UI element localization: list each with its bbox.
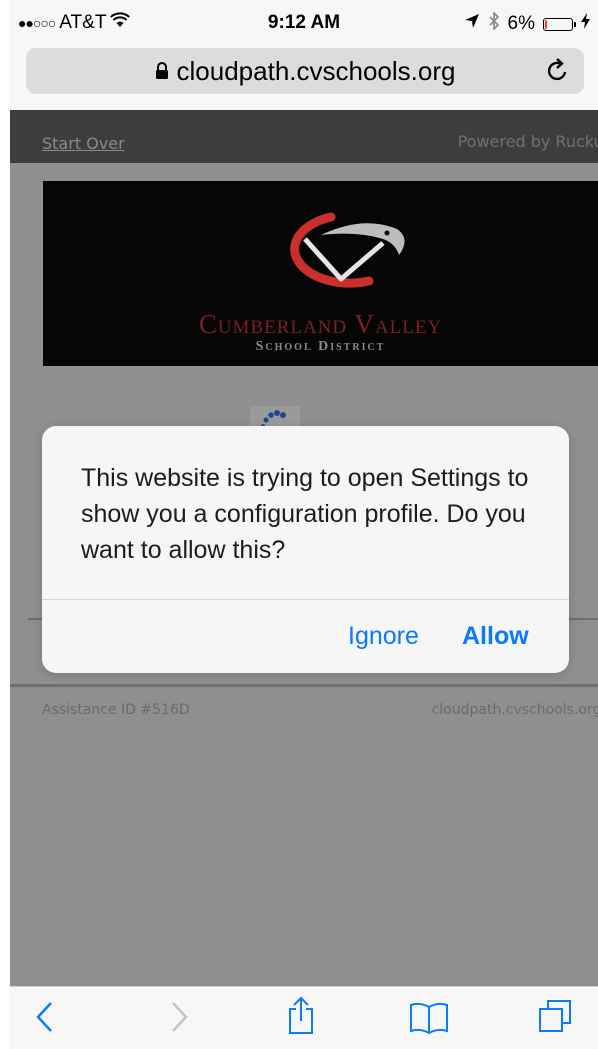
share-icon[interactable] xyxy=(286,995,316,1040)
banner-subtitle: School District xyxy=(43,339,598,355)
charging-bolt-icon xyxy=(581,13,590,35)
eagle-logo-icon xyxy=(271,209,431,294)
bluetooth-icon xyxy=(488,11,500,36)
alert-divider xyxy=(42,599,569,600)
status-right: 6% xyxy=(464,11,590,36)
status-bar: ●●○○○ AT&T 9:12 AM 6% xyxy=(10,0,598,46)
banner-title: Cumberland Valley xyxy=(43,309,598,340)
banner-subtitle-text: School District xyxy=(255,339,386,354)
assistance-id: Assistance ID #516D xyxy=(42,702,190,718)
phone-screen: ●●○○○ AT&T 9:12 AM 6% cloudpath.cvschool… xyxy=(0,0,598,1049)
allow-button[interactable]: Allow xyxy=(462,622,529,651)
battery-icon xyxy=(543,17,576,31)
address-bar[interactable]: cloudpath.cvschools.org xyxy=(26,48,584,94)
chevron-right-icon[interactable] xyxy=(168,999,190,1040)
lock-icon xyxy=(155,62,169,80)
battery-fill xyxy=(545,19,547,29)
ignore-button[interactable]: Ignore xyxy=(348,622,419,651)
page-footer-divider xyxy=(10,684,598,687)
district-banner: Cumberland Valley School District xyxy=(43,181,598,366)
tabs-icon[interactable] xyxy=(536,997,576,1040)
alert-message: This website is trying to open Settings … xyxy=(81,464,529,564)
banner-title-text: Cumberland Valley xyxy=(198,309,443,339)
open-settings-alert: This website is trying to open Settings … xyxy=(42,426,569,673)
powered-by-text: Powered by Ruckus xyxy=(457,132,598,151)
bookmarks-icon[interactable] xyxy=(408,1001,450,1040)
host-info: cloudpath.cvschools.org (348 xyxy=(431,702,598,718)
location-arrow-icon xyxy=(464,13,480,35)
chevron-left-icon[interactable] xyxy=(34,999,56,1040)
battery-percent: 6% xyxy=(507,13,535,34)
start-over-link[interactable]: Start Over xyxy=(42,134,125,153)
page-header: Start Over Powered by Ruckus xyxy=(10,110,598,163)
browser-toolbar xyxy=(10,986,598,1049)
address-bar-area: cloudpath.cvschools.org xyxy=(10,46,598,110)
url-text: cloudpath.cvschools.org xyxy=(176,55,456,86)
reload-icon[interactable] xyxy=(546,56,570,91)
